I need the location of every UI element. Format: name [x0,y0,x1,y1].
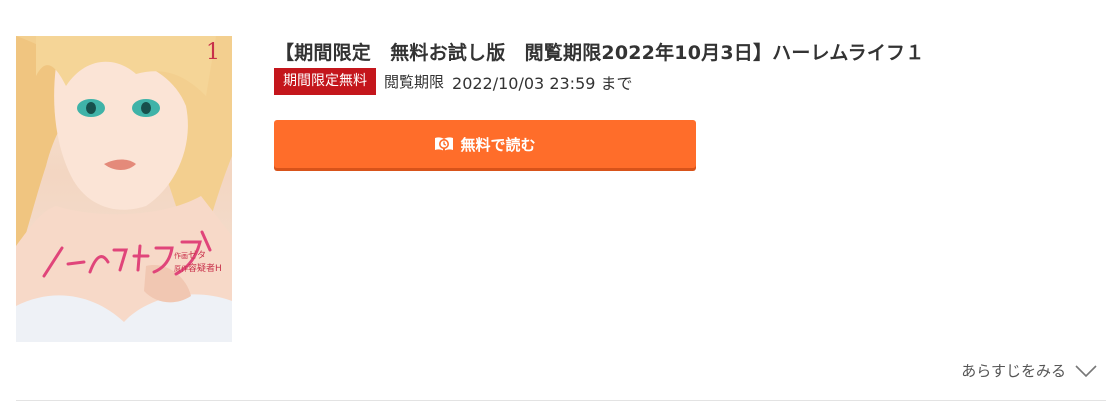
credit-art-name: ゼタ [188,251,207,261]
synopsis-toggle[interactable]: あらすじをみる [961,360,1098,381]
read-free-label: 無料で読む [460,135,536,154]
credit-original-role: 原作 [174,265,188,273]
availability-row: 期間限定無料 閲覧期限 2022/10/03 23:59 まで [274,68,633,95]
credits: 作画ゼタ 原作容疑者H [174,250,222,276]
deadline-label: 閲覧期限 [384,73,445,91]
book-icon [434,135,454,153]
read-free-button[interactable]: 無料で読む [274,120,696,168]
credit-art: 作画ゼタ [174,250,222,263]
cover-image[interactable]: 1 作画ゼタ 原作容疑者H [16,36,232,342]
deadline-value: 2022/10/03 23:59 まで [452,73,633,93]
free-period-badge: 期間限定無料 [274,68,376,95]
product-title[interactable]: 【期間限定 無料お試し版 閲覧期限2022年10月3日】ハーレムライフ１ [275,38,924,65]
credit-art-role: 作画 [174,252,188,260]
credit-original: 原作容疑者H [174,263,222,276]
synopsis-label: あらすじをみる [961,362,1066,380]
chevron-down-icon [1074,364,1098,378]
volume-number: 1 [206,40,220,65]
credit-original-name: 容疑者H [188,264,222,274]
